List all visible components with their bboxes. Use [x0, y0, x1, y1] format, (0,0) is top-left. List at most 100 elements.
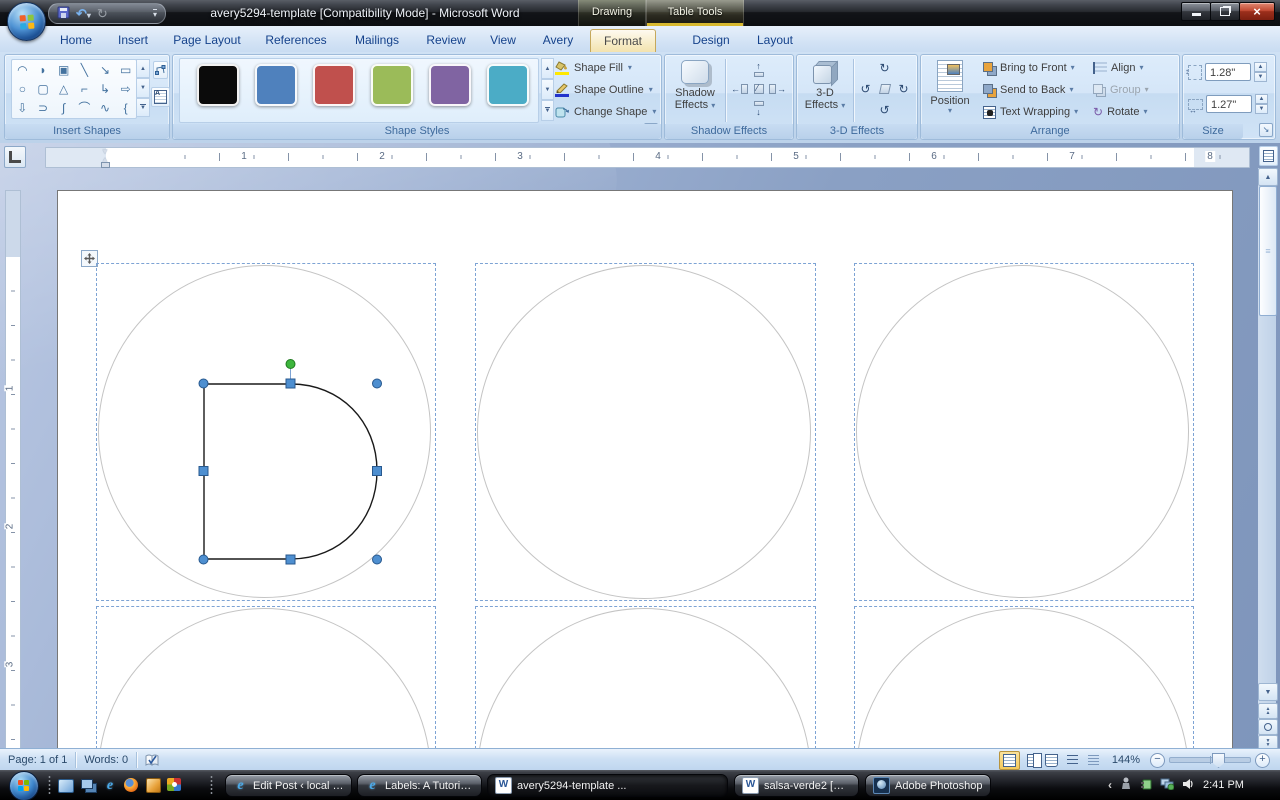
arc-curve-shape-icon[interactable]: ⌒ [74, 99, 95, 118]
office-button[interactable] [7, 2, 46, 41]
arc-shape-icon[interactable]: ◠ [12, 60, 33, 79]
resize-handle-right[interactable] [373, 467, 382, 476]
elbow-connector-shape-icon[interactable]: ⌐ [74, 79, 95, 98]
zoom-out-button[interactable]: − [1150, 753, 1165, 768]
scroll-down-button[interactable]: ▼ [1258, 683, 1278, 701]
label-circle-outline[interactable] [98, 608, 431, 748]
selected-d-shape[interactable] [181, 348, 411, 578]
change-shape-button[interactable]: Change Shape▾ [555, 102, 656, 122]
tray-utility-icon[interactable] [1120, 777, 1132, 793]
width-input[interactable]: 1.27" [1206, 95, 1252, 113]
tab-layout[interactable]: Layout [746, 29, 804, 51]
taskbar-button-salsa-verde[interactable]: W salsa-verde2 [Comp... [734, 774, 859, 797]
resize-handle-bottom[interactable] [286, 555, 295, 564]
resize-handle-bottom-left[interactable] [199, 555, 208, 564]
select-browse-object-button[interactable] [1258, 719, 1278, 735]
nudge-shadow-right-button[interactable]: → [769, 81, 786, 97]
previous-page-button[interactable]: ▲▲ [1258, 703, 1278, 719]
right-arrow-shape-icon[interactable]: ⇨ [115, 79, 136, 98]
down-arrow-shape-icon[interactable]: ⇩ [12, 99, 33, 118]
minimize-button[interactable] [1181, 2, 1211, 21]
scrollbar-thumb[interactable]: ≡ [1259, 186, 1277, 316]
picasa-icon[interactable] [167, 777, 183, 793]
page-indicator[interactable]: Page: 1 of 1 [8, 754, 67, 766]
power-icon[interactable] [1140, 777, 1152, 793]
show-desktop-icon[interactable] [58, 777, 74, 793]
taskbar-button-photoshop[interactable]: Adobe Photoshop [865, 774, 991, 797]
zoom-in-button[interactable]: + [1255, 753, 1270, 768]
toggle-shadow-button[interactable]: ⁄ [750, 81, 767, 97]
shape-fill-button[interactable]: Shape Fill▾ [555, 58, 632, 78]
height-decrease-button[interactable]: ▼ [1254, 72, 1267, 82]
line-shape-icon[interactable]: ╲ [74, 60, 95, 79]
nudge-shadow-down-button[interactable]: ↓ [750, 101, 767, 117]
styles-scroll-down[interactable]: ▼ [541, 79, 554, 100]
styles-scroll-up[interactable]: ▲ [541, 58, 554, 79]
redo-icon[interactable]: ↻ [97, 7, 108, 20]
network-icon[interactable] [1160, 777, 1174, 793]
left-indent-marker[interactable] [101, 162, 110, 168]
rotate-button[interactable]: ↻ Rotate▾ [1093, 102, 1148, 122]
style-swatch-red[interactable] [313, 64, 355, 106]
tilt-right-button[interactable]: ↻ [895, 81, 912, 97]
label-circle-outline[interactable] [477, 608, 811, 748]
label-cell[interactable] [475, 606, 816, 748]
send-to-back-button[interactable]: Send to Back▾ [983, 80, 1073, 100]
tab-design[interactable]: Design [682, 29, 740, 51]
resize-handle-top[interactable] [286, 379, 295, 388]
text-wrapping-button[interactable]: Text Wrapping▾ [983, 102, 1078, 122]
label-cell[interactable] [475, 263, 816, 601]
gallery-scroll-down[interactable]: ▼ [136, 78, 150, 97]
tab-stop-selector[interactable] [4, 146, 26, 168]
tab-references[interactable]: References [256, 29, 336, 51]
style-swatch-purple[interactable] [429, 64, 471, 106]
label-cell[interactable] [854, 263, 1194, 601]
shadow-effects-button[interactable]: Shadow Effects ▾ [671, 56, 719, 122]
scroll-up-button[interactable]: ▲ [1258, 168, 1278, 186]
style-swatch-green[interactable] [371, 64, 413, 106]
shape-outline-button[interactable]: Shape Outline▾ [555, 80, 653, 100]
tray-expand-icon[interactable]: ‹ [1108, 778, 1112, 792]
rotation-handle[interactable] [286, 360, 295, 369]
size-dialog-launcher[interactable]: ↘ [1259, 123, 1273, 137]
align-button[interactable]: Align▾ [1093, 58, 1143, 78]
gallery-scroll-up[interactable]: ▲ [136, 59, 150, 78]
position-button[interactable]: Position ▾ [927, 56, 973, 122]
styles-more-button[interactable]: ▼ [541, 100, 554, 121]
brace-shape-icon[interactable]: { [115, 99, 136, 118]
height-increase-button[interactable]: ▲ [1254, 62, 1267, 72]
tab-avery[interactable]: Avery [532, 29, 584, 51]
tab-insert[interactable]: Insert [108, 29, 158, 51]
bring-to-front-button[interactable]: Bring to Front▾ [983, 58, 1075, 78]
curve-shape-icon[interactable]: ∿ [95, 99, 116, 118]
document-page[interactable] [57, 190, 1233, 748]
label-circle-outline[interactable] [477, 265, 811, 599]
tab-page-layout[interactable]: Page Layout [164, 29, 250, 51]
word-count[interactable]: Words: 0 [84, 754, 128, 766]
draft-view-button[interactable] [1083, 751, 1104, 770]
style-swatch-black[interactable] [197, 64, 239, 106]
zoom-slider-thumb[interactable] [1212, 753, 1225, 768]
taskbar-button-labels-tutorial[interactable]: e Labels: A Tutorial « l... [357, 774, 482, 797]
style-swatch-teal[interactable] [487, 64, 529, 106]
freeform-shape-icon[interactable]: ⊃ [33, 99, 54, 118]
undo-icon[interactable]: ↶▾ [76, 7, 91, 20]
resize-handle-left[interactable] [199, 467, 208, 476]
horizontal-ruler[interactable]: 1 2 3 4 5 6 7 8 ▼ ▲ [45, 147, 1250, 168]
label-circle-outline[interactable] [856, 265, 1189, 598]
resize-handle-top-left[interactable] [199, 379, 208, 388]
arrow-shape-icon[interactable]: ↘ [95, 60, 116, 79]
group-button[interactable]: Group▾ [1093, 80, 1149, 100]
width-increase-button[interactable]: ▲ [1255, 94, 1268, 104]
save-icon[interactable] [57, 6, 70, 21]
full-screen-reading-view-button[interactable] [1020, 751, 1041, 770]
next-page-button[interactable]: ▼▼ [1258, 735, 1278, 748]
internet-explorer-icon[interactable]: e [102, 777, 118, 793]
tilt-down-button[interactable]: ↺ [876, 102, 893, 118]
textbox-shape-icon[interactable]: ▣ [53, 60, 74, 79]
taskbar-clock[interactable]: 2:41 PM [1203, 779, 1244, 791]
tab-format[interactable]: Format [590, 29, 656, 52]
label-circle-outline[interactable] [856, 608, 1189, 748]
restore-button[interactable] [1210, 2, 1240, 21]
proofing-status-icon[interactable] [145, 754, 160, 767]
